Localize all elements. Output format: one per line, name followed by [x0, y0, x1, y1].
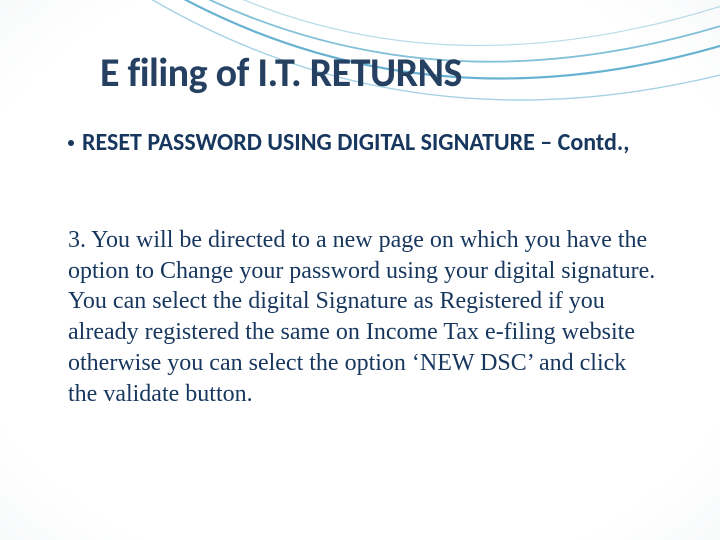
bullet-icon — [68, 140, 74, 146]
slide-body-text: 3. You will be directed to a new page on… — [68, 225, 656, 409]
slide-title: E filing of I.T. RETURNS — [100, 48, 660, 97]
slide: E filing of I.T. RETURNS RESET PASSWORD … — [0, 0, 720, 540]
slide-subtitle: RESET PASSWORD USING DIGITAL SIGNATURE –… — [82, 128, 629, 158]
subtitle-row: RESET PASSWORD USING DIGITAL SIGNATURE –… — [68, 128, 660, 158]
decorative-flow-lines — [0, 0, 720, 200]
